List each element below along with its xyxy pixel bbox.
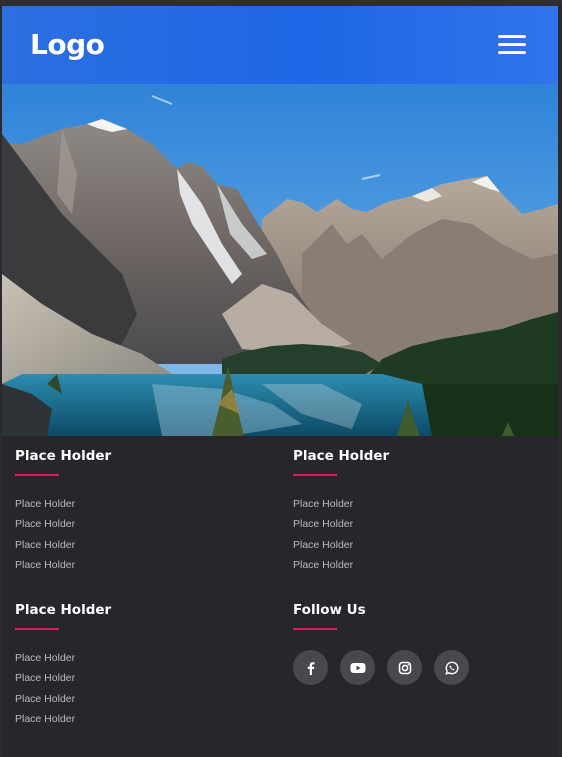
- youtube-icon[interactable]: [340, 650, 375, 685]
- footer-column-title: Place Holder: [293, 448, 390, 464]
- footer-link[interactable]: Place Holder: [293, 514, 533, 534]
- footer-link[interactable]: Place Holder: [15, 514, 255, 534]
- title-underline: [15, 628, 59, 630]
- title-underline: [15, 474, 59, 476]
- whatsapp-icon[interactable]: [434, 650, 469, 685]
- footer-column-2: Place Holder Place Holder Place Holder P…: [293, 446, 533, 575]
- footer-link[interactable]: Place Holder: [15, 648, 255, 668]
- menu-bar: [498, 51, 526, 54]
- facebook-icon[interactable]: [293, 650, 328, 685]
- mountain-lake-landscape: [2, 84, 558, 436]
- menu-bar: [498, 35, 526, 38]
- footer-column-3: Place Holder Place Holder Place Holder P…: [15, 600, 255, 729]
- follow-us-title: Follow Us: [293, 602, 366, 618]
- footer-link[interactable]: Place Holder: [15, 709, 255, 729]
- youtube-glyph: [350, 662, 365, 673]
- whatsapp-glyph: [444, 661, 458, 675]
- footer-link-list: Place Holder Place Holder Place Holder P…: [15, 494, 255, 575]
- site-footer: Place Holder Place Holder Place Holder P…: [2, 436, 558, 757]
- footer-link[interactable]: Place Holder: [15, 494, 255, 514]
- footer-column-title: Place Holder: [15, 448, 112, 464]
- instagram-icon[interactable]: [387, 650, 422, 685]
- footer-link[interactable]: Place Holder: [15, 668, 255, 688]
- hamburger-menu-icon[interactable]: [498, 33, 526, 57]
- menu-bar: [498, 43, 526, 46]
- footer-link[interactable]: Place Holder: [293, 535, 533, 555]
- page: Logo Place Holder Place Holder Place Hol…: [0, 0, 562, 757]
- footer-link[interactable]: Place Holder: [15, 689, 255, 709]
- instagram-glyph: [398, 661, 411, 674]
- social-links: [293, 650, 533, 685]
- hero-image: [2, 84, 558, 436]
- title-underline: [293, 628, 337, 630]
- footer-follow-column: Follow Us: [293, 600, 533, 685]
- footer-link[interactable]: Place Holder: [293, 494, 533, 514]
- footer-link[interactable]: Place Holder: [15, 555, 255, 575]
- title-underline: [293, 474, 337, 476]
- footer-column-1: Place Holder Place Holder Place Holder P…: [15, 446, 255, 575]
- footer-link[interactable]: Place Holder: [293, 555, 533, 575]
- facebook-glyph: [307, 661, 314, 675]
- footer-link-list: Place Holder Place Holder Place Holder P…: [293, 494, 533, 575]
- site-header: Logo: [2, 6, 558, 84]
- footer-link-list: Place Holder Place Holder Place Holder P…: [15, 648, 255, 729]
- footer-link[interactable]: Place Holder: [15, 535, 255, 555]
- logo[interactable]: Logo: [30, 28, 105, 61]
- footer-column-title: Place Holder: [15, 602, 112, 618]
